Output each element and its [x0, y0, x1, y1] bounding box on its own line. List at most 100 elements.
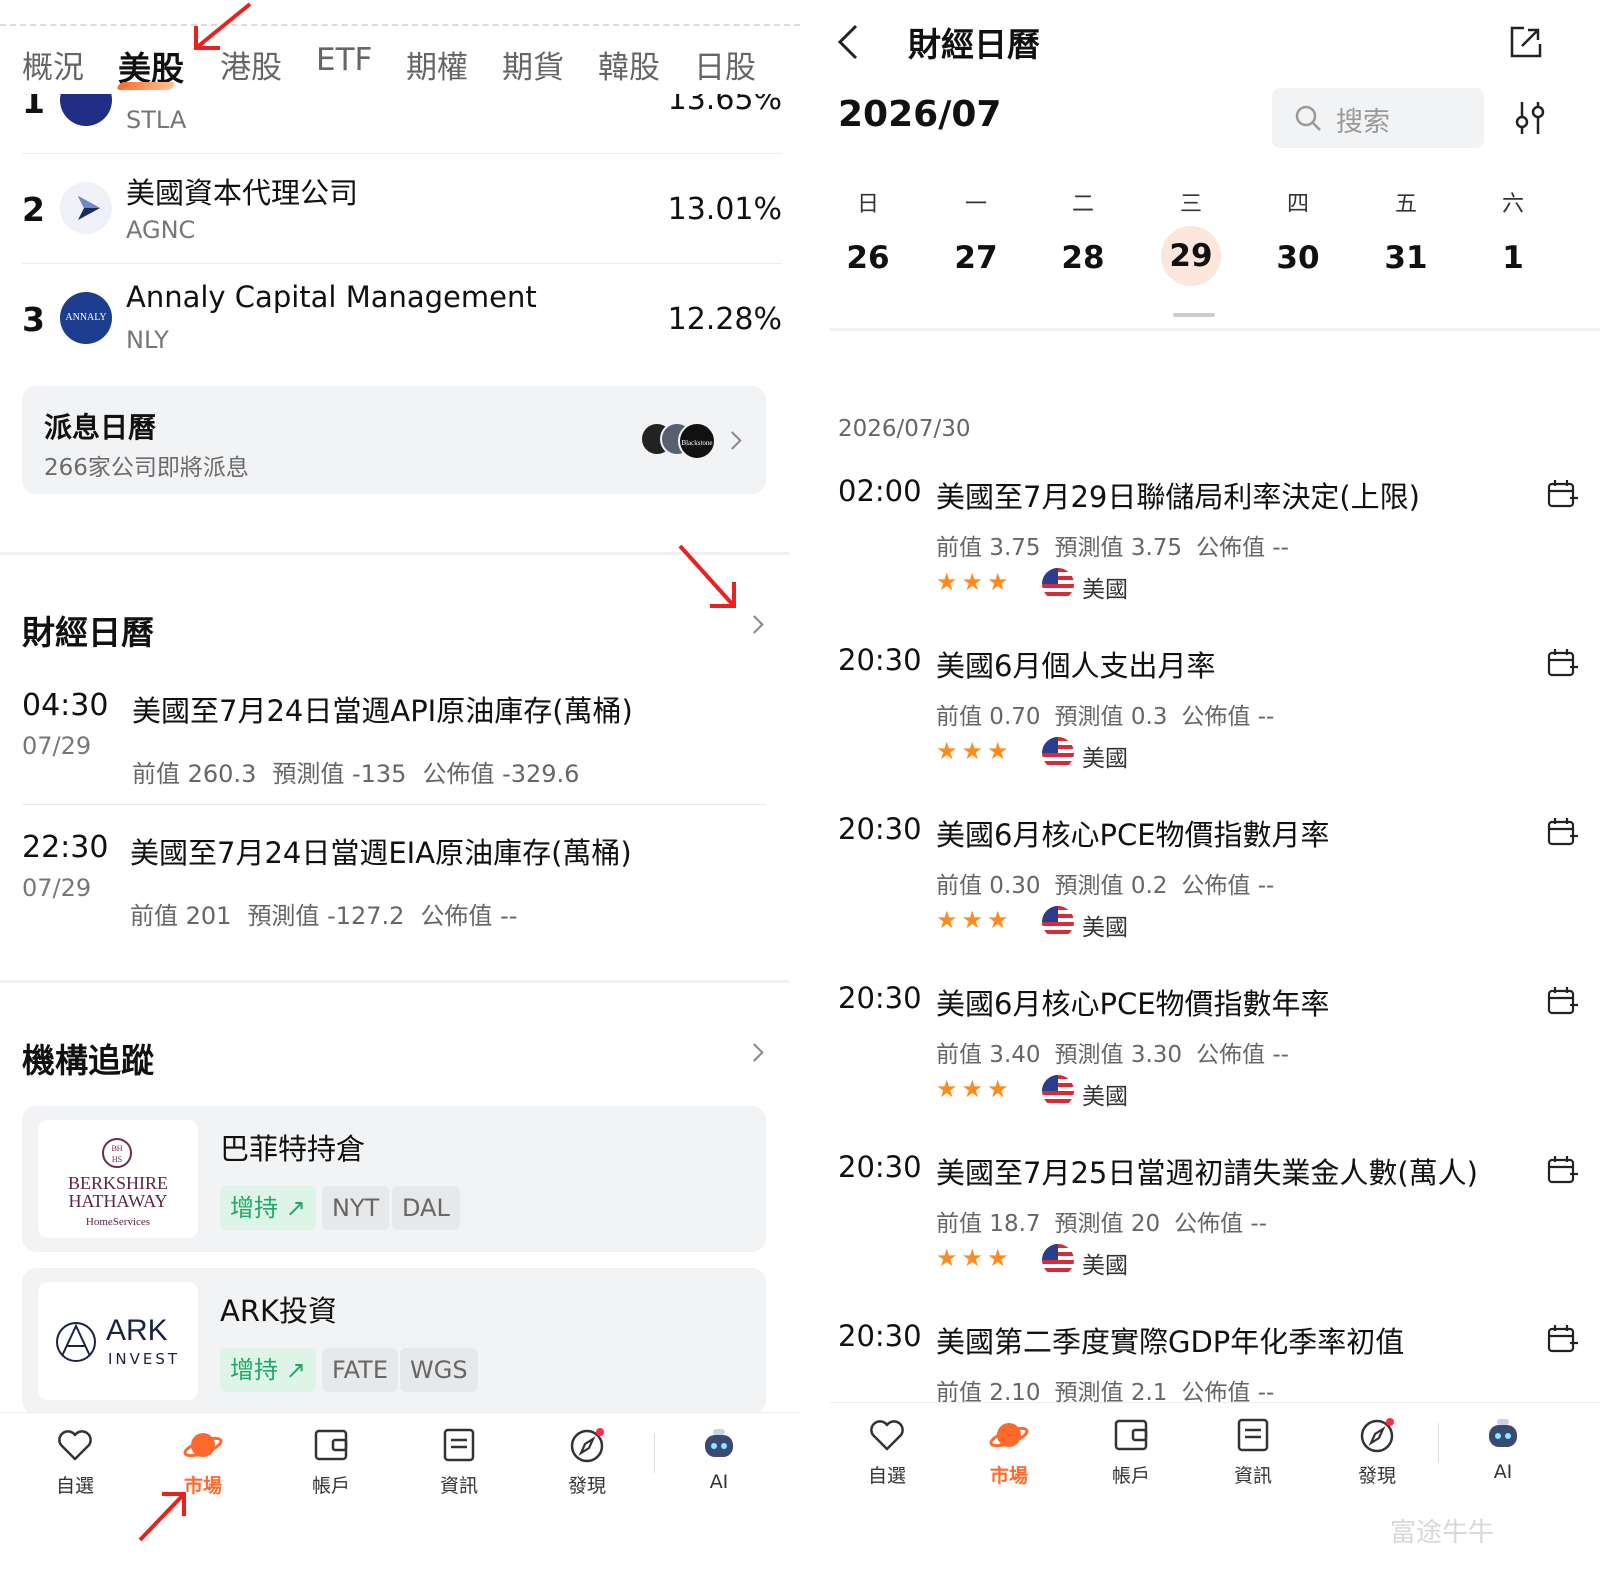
institution-name: 巴菲特持倉: [220, 1132, 366, 1166]
nav-ai[interactable]: AI: [1458, 1415, 1548, 1483]
event-title: 美國第二季度實際GDP年化季率初值: [936, 1325, 1405, 1359]
event-values: 前值 3.40 預測值 3.30 公佈值 --: [936, 1035, 1303, 1069]
increase-tag: 增持 ↗: [220, 1186, 316, 1230]
previous-value: 前值 260.3: [132, 760, 257, 788]
market-tabs: 概況 美股 港股 ETF 期權 期貨 韓股 日股: [0, 42, 800, 92]
nav-ai[interactable]: AI: [674, 1425, 764, 1493]
heart-icon: [870, 1420, 904, 1451]
weekday-label: 一: [964, 192, 987, 217]
tab-etf[interactable]: ETF: [316, 42, 372, 78]
institution-card-ark[interactable]: ARK INVEST ARK投資 增持 ↗ FATE WGS: [22, 1268, 766, 1414]
planet-icon: [989, 1423, 1029, 1448]
stock-tag[interactable]: WGS: [400, 1348, 478, 1392]
nav-watchlist[interactable]: 自選: [842, 1415, 932, 1488]
bottom-navigation: 自選 市場 帳戶 資訊 發現 AI: [0, 1412, 800, 1596]
nav-news[interactable]: 資訊: [1208, 1415, 1298, 1488]
nav-news[interactable]: 資訊: [414, 1425, 504, 1498]
weekday-label: 日: [856, 192, 879, 217]
yield-percent: 13.01%: [667, 192, 782, 227]
ark-emblem-icon: [56, 1322, 96, 1362]
wallet-icon: [1114, 1419, 1148, 1451]
day-cell[interactable]: 26: [836, 232, 900, 284]
month-label[interactable]: 2026/07: [838, 94, 1001, 135]
weekday-label: 二: [1071, 192, 1094, 217]
actual-value: 公佈值 -329.6: [422, 760, 580, 788]
add-to-calendar-icon[interactable]: [1546, 985, 1578, 1017]
day-cell[interactable]: 30: [1266, 232, 1330, 284]
previous-value: 前值 3.40: [936, 1042, 1041, 1068]
filter-icon[interactable]: [1514, 100, 1546, 136]
berkshire-logo: BH HS BERKSHIRE HATHAWAY HomeServices: [38, 1120, 198, 1238]
tab-hk-stocks[interactable]: 港股: [220, 42, 282, 87]
expand-handle[interactable]: [1173, 313, 1215, 317]
logo-line: HomeServices: [85, 1216, 151, 1228]
back-arrow-icon[interactable]: [834, 22, 864, 62]
stock-tag[interactable]: DAL: [392, 1186, 460, 1230]
add-to-calendar-icon[interactable]: [1546, 647, 1578, 679]
ticker-code: STLA: [126, 106, 187, 134]
day-cell-selected[interactable]: 29: [1161, 226, 1221, 286]
add-to-calendar-icon[interactable]: [1546, 1154, 1578, 1186]
company-name: 美國資本代理公司: [126, 176, 359, 210]
previous-value: 前值 201: [130, 902, 232, 930]
day-cell[interactable]: 27: [944, 232, 1008, 284]
planet-icon: [183, 1433, 223, 1458]
add-to-calendar-icon[interactable]: [1546, 1323, 1578, 1355]
tab-japan-stocks[interactable]: 日股: [694, 42, 756, 87]
yield-percent: 12.28%: [667, 302, 782, 337]
institution-section-title: 機構追蹤: [22, 1041, 154, 1080]
nav-discover[interactable]: 發現: [542, 1425, 632, 1498]
stock-tag[interactable]: FATE: [322, 1348, 398, 1392]
ranking-row[interactable]: 3 ANNALY Annaly Capital Management NLY 1…: [22, 264, 782, 374]
event-title: 美國至7月25日當週初請失業金人數(萬人): [936, 1156, 1478, 1190]
importance-stars: ★★★: [936, 737, 1013, 765]
institution-card-berkshire[interactable]: BH HS BERKSHIRE HATHAWAY HomeServices 巴菲特…: [22, 1106, 766, 1252]
nav-watchlist[interactable]: 自選: [30, 1425, 120, 1498]
nav-account[interactable]: 帳戶: [1086, 1415, 1176, 1488]
ranking-row[interactable]: 2 美國資本代理公司 AGNC 13.01%: [22, 154, 782, 264]
tab-futures[interactable]: 期貨: [502, 42, 564, 87]
nav-discover[interactable]: 發現: [1332, 1415, 1422, 1488]
institution-more-chevron-icon[interactable]: [745, 1043, 764, 1062]
event-time: 04:30: [22, 688, 109, 723]
annaly-logo: ANNALY: [60, 292, 112, 344]
country-label: 美國: [1082, 1084, 1128, 1110]
event-time: 20:30: [838, 981, 922, 1015]
previous-value: 前值 0.70: [936, 704, 1041, 730]
stock-tag[interactable]: NYT: [322, 1186, 390, 1230]
calendar-divider: [830, 328, 1600, 331]
tab-korea-stocks[interactable]: 韓股: [598, 42, 660, 87]
forecast-value: 預測值 3.75: [1054, 535, 1183, 561]
logo-mark-line: HS: [111, 1155, 123, 1164]
increase-tag: 增持 ↗: [220, 1348, 316, 1392]
nav-account[interactable]: 帳戶: [286, 1425, 376, 1498]
add-to-calendar-icon[interactable]: [1546, 478, 1578, 510]
event-title: 美國至7月24日當週EIA原油庫存(萬桶): [130, 836, 632, 870]
us-flag-icon: [1042, 737, 1074, 769]
nav-label: 帳戶: [1111, 1465, 1150, 1487]
day-cell[interactable]: 31: [1374, 232, 1438, 284]
dividend-calendar-card[interactable]: 派息日曆 266家公司即將派息 Blackstone: [22, 386, 766, 494]
calendar-more-chevron-icon[interactable]: [745, 615, 764, 634]
event-time: 20:30: [838, 812, 922, 846]
ranking-row[interactable]: 1 STLA 13.65%: [22, 94, 782, 154]
rank-number: 3: [22, 300, 45, 339]
wallet-icon: [314, 1429, 348, 1461]
company-name: Annaly Capital Management: [126, 280, 537, 314]
tab-options[interactable]: 期權: [406, 42, 468, 87]
share-icon[interactable]: [1506, 22, 1546, 62]
increase-label: 增持: [230, 1194, 278, 1222]
search-input[interactable]: 搜索: [1272, 88, 1484, 148]
nav-label: 自選: [867, 1465, 906, 1487]
previous-value: 前值 0.30: [936, 873, 1041, 899]
nav-label: 市場: [989, 1465, 1028, 1487]
day-cell[interactable]: 1: [1481, 232, 1545, 284]
nav-separator: [1438, 1423, 1439, 1463]
day-cell[interactable]: 28: [1051, 232, 1115, 284]
increase-label: 增持: [230, 1356, 278, 1384]
add-to-calendar-icon[interactable]: [1546, 816, 1578, 848]
tab-overview[interactable]: 概況: [22, 42, 84, 87]
nav-market[interactable]: 市場: [158, 1425, 248, 1498]
nav-market[interactable]: 市場: [964, 1415, 1054, 1488]
dividend-subtitle: 266家公司即將派息: [44, 455, 249, 481]
